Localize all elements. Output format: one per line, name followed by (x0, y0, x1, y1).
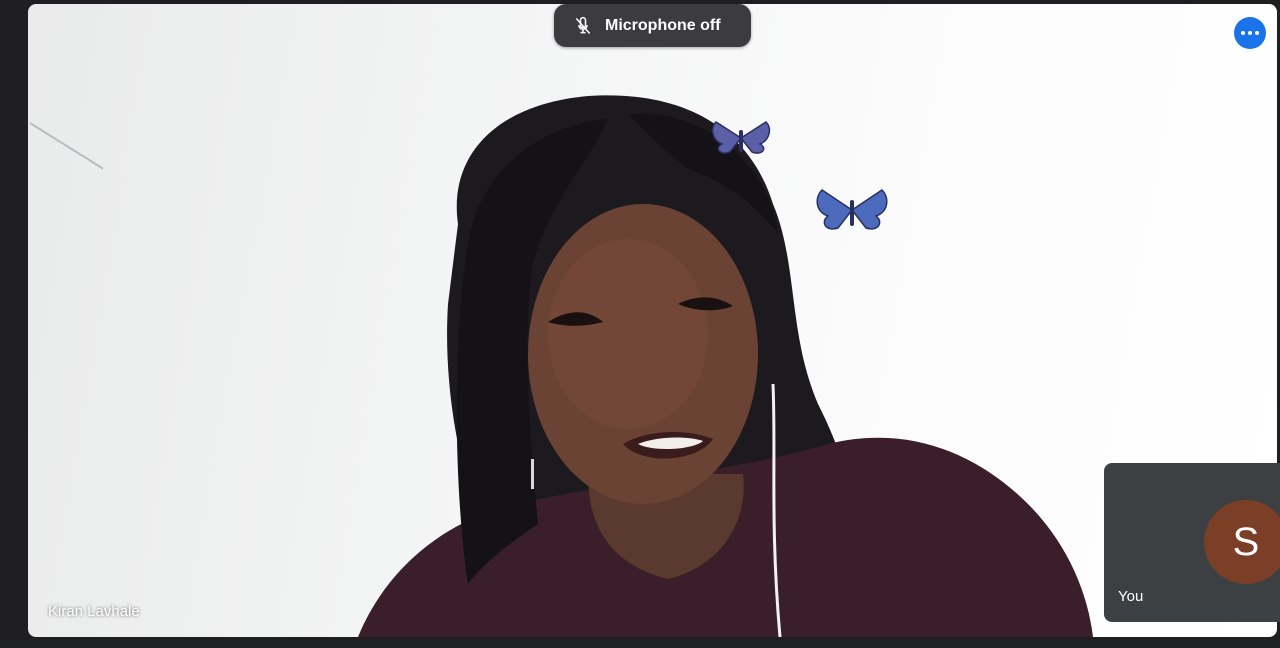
mic-off-icon (573, 16, 593, 36)
avatar: S (1204, 500, 1280, 584)
bottom-edge (0, 640, 1280, 648)
participant-name-label: Kiran Lavhale (48, 603, 140, 620)
self-view-tile[interactable]: S You (1104, 463, 1280, 622)
participant-video (358, 95, 1093, 637)
butterfly-decal (816, 189, 888, 230)
main-video-tile: Kiran Lavhale (28, 4, 1277, 637)
more-options-button[interactable] (1234, 17, 1266, 49)
self-label: You (1118, 588, 1144, 605)
butterfly-decal (711, 121, 771, 154)
video-call-stage: Kiran Lavhale Microphone off S You (0, 0, 1280, 648)
microphone-off-indicator: Microphone off (554, 4, 751, 47)
mic-status-text: Microphone off (605, 16, 721, 34)
more-horiz-icon (1241, 31, 1245, 35)
